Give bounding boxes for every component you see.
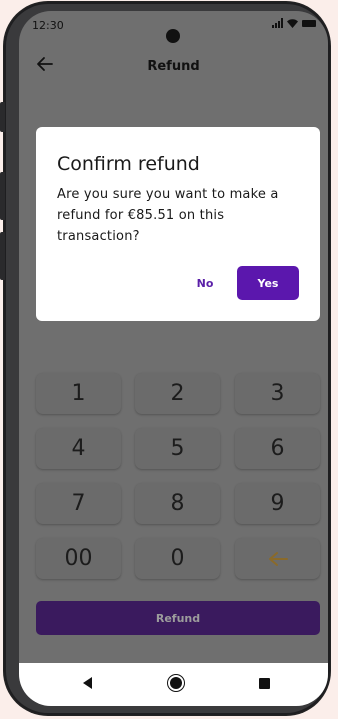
system-nav-bar: [19, 663, 328, 706]
key-6[interactable]: 6: [235, 428, 320, 469]
battery-icon: [302, 19, 316, 27]
dialog-title: Confirm refund: [57, 153, 200, 175]
nav-recents-icon[interactable]: [259, 678, 270, 689]
nav-home-icon[interactable]: [167, 674, 185, 692]
side-button-volume-down: [0, 172, 5, 220]
key-0[interactable]: 0: [135, 538, 220, 579]
confirm-refund-dialog: Confirm refund Are you sure you want to …: [36, 127, 320, 321]
status-icons: [272, 18, 316, 28]
yes-button[interactable]: Yes: [237, 266, 299, 300]
side-button-volume-up: [0, 102, 5, 132]
dialog-message: Are you sure you want to make a refund f…: [57, 187, 279, 244]
page-title: Refund: [147, 59, 200, 74]
front-camera: [166, 29, 180, 43]
signal-icon: [272, 18, 283, 28]
key-2[interactable]: 2: [135, 373, 220, 414]
key-1[interactable]: 1: [36, 373, 121, 414]
arrow-left-icon: [268, 551, 288, 566]
key-00[interactable]: 00: [36, 538, 121, 579]
key-backspace[interactable]: [235, 538, 320, 579]
key-3[interactable]: 3: [235, 373, 320, 414]
key-7[interactable]: 7: [36, 483, 121, 524]
refund-button[interactable]: Refund: [36, 601, 320, 635]
side-button-power: [0, 232, 5, 280]
app-bar: Refund: [19, 49, 328, 85]
nav-back-icon[interactable]: [83, 677, 92, 689]
status-bar: 12:30: [19, 11, 328, 43]
key-9[interactable]: 9: [235, 483, 320, 524]
key-8[interactable]: 8: [135, 483, 220, 524]
screen: 12:30 Refund 1 2 3 4 5 6 7 8 9 00 0 Refu…: [19, 11, 328, 706]
phone-frame: 12:30 Refund 1 2 3 4 5 6 7 8 9 00 0 Refu…: [0, 2, 330, 715]
key-4[interactable]: 4: [36, 428, 121, 469]
status-time: 12:30: [32, 19, 64, 32]
key-5[interactable]: 5: [135, 428, 220, 469]
no-button[interactable]: No: [187, 266, 223, 300]
wifi-icon: [287, 18, 298, 28]
